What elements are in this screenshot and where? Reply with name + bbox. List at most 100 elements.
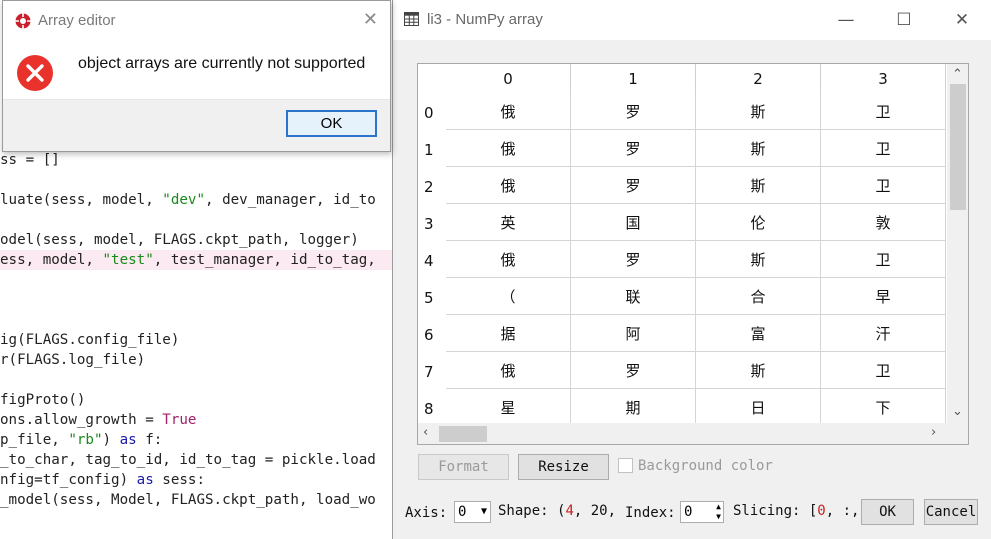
table-cell[interactable]: 俄 [446,167,571,204]
table-cell[interactable]: 斯 [696,93,821,130]
table-cell[interactable]: 卫 [821,93,946,130]
scroll-up-icon[interactable]: ⌃ [952,68,963,82]
table-cell[interactable]: 伦 [696,204,821,241]
column-header[interactable]: 3 [821,64,946,93]
table-cell[interactable]: 罗 [571,352,696,389]
dialog-titlebar[interactable]: Array editor ✕ [3,1,390,41]
slicing-rest: , :, [825,503,860,519]
vertical-scrollbar[interactable]: ⌃ ⌄ [947,64,968,423]
minimize-button[interactable]: — [831,8,861,32]
dropdown-arrow-icon: ▼ [480,506,487,517]
close-button[interactable]: ✕ [947,8,977,32]
table-cell[interactable]: 英 [446,204,571,241]
scroll-down-icon[interactable]: ⌄ [952,405,963,419]
dialog-footer: OK [3,99,390,151]
horizontal-scroll-thumb[interactable] [439,426,487,442]
horizontal-scrollbar[interactable]: ‹ › [418,423,947,444]
table-cell[interactable]: 卫 [821,352,946,389]
table-cell[interactable]: 罗 [571,241,696,278]
table-cell[interactable]: 斯 [696,352,821,389]
column-header[interactable]: 2 [696,64,821,93]
resize-button[interactable]: Resize [518,454,609,480]
ok-button[interactable]: OK [861,499,914,525]
row-header[interactable]: 4 [418,241,446,278]
background-color-label: Background color [638,458,773,474]
table-cell[interactable]: 国 [571,204,696,241]
table-cell[interactable]: 卫 [821,130,946,167]
spin-up-icon[interactable]: ▲ [716,502,721,511]
slicing-label: Slicing: [ [733,503,818,519]
table-cell[interactable]: 联 [571,278,696,315]
format-button[interactable]: Format [418,454,509,480]
shape-display: Shape: (4, 20, [498,503,616,519]
table-cell[interactable]: 早 [821,278,946,315]
error-dialog: Array editor ✕ object arrays are current… [2,0,391,152]
table-cell[interactable]: 富 [696,315,821,352]
table-cell[interactable]: 罗 [571,167,696,204]
axis-value: 0 [458,504,467,520]
code-token: r(FLAGS.log_file) [0,352,146,368]
row-header[interactable]: 6 [418,315,446,352]
error-message: object arrays are currently not supporte… [78,55,366,72]
code-token: ons.allow_growth = [0,412,163,428]
row-header[interactable]: 3 [418,204,446,241]
table-cell[interactable]: 卫 [821,167,946,204]
spin-down-icon[interactable]: ▼ [716,512,721,521]
table-cell[interactable]: 星 [446,389,571,426]
column-header[interactable]: 0 [446,64,571,93]
row-header[interactable]: 7 [418,352,446,389]
code-line: ons.allow_growth = True [0,410,196,430]
dialog-close-icon[interactable]: ✕ [363,10,378,30]
table-cell[interactable]: 据 [446,315,571,352]
table-cell[interactable]: 俄 [446,93,571,130]
row-header[interactable]: 2 [418,167,446,204]
code-token: as [119,432,137,448]
scroll-right-icon[interactable]: › [931,426,936,440]
spyder-app-icon [15,13,31,29]
table-cell[interactable]: 斯 [696,241,821,278]
code-token: , dev_manager, id_to [205,192,376,208]
table-cell[interactable]: 斯 [696,130,821,167]
code-line: nfig=tf_config) as sess: [0,470,205,490]
code-token: sess: [153,472,206,488]
table-cell[interactable]: （ [446,278,571,315]
table-cell[interactable]: 汗 [821,315,946,352]
table-cell[interactable]: 罗 [571,130,696,167]
code-token: _model(sess, Model, FLAGS.ckpt_path, loa… [0,492,376,508]
table-cell[interactable]: 罗 [571,93,696,130]
shape-rest: , 20, [573,503,617,519]
table-cell[interactable]: 期 [571,389,696,426]
table-cell[interactable]: 俄 [446,352,571,389]
table-cell[interactable]: 合 [696,278,821,315]
table-cell[interactable]: 阿 [571,315,696,352]
axis-select[interactable]: 0 ▼ [454,501,491,523]
table-cell[interactable]: 日 [696,389,821,426]
ok-button[interactable]: OK [286,110,377,137]
code-token: True [162,412,197,428]
table-cell[interactable]: 下 [821,389,946,426]
window-titlebar[interactable]: li3 - NumPy array — ☐ ✕ [393,0,991,40]
index-spinbox[interactable]: 0 ▲ ▼ [680,501,724,523]
row-header[interactable]: 8 [418,389,446,426]
table-cell[interactable]: 俄 [446,241,571,278]
code-token: ess, model, [0,252,103,268]
column-header[interactable]: 1 [571,64,696,93]
scroll-left-icon[interactable]: ‹ [423,426,428,440]
row-header[interactable]: 0 [418,93,446,130]
index-value: 0 [684,504,693,520]
array-table[interactable]: 0 1 2 3 0 俄罗斯卫 1 俄罗斯卫 2 俄罗斯卫 3 英国伦敦 4 俄罗斯卫 5 （联合早 6 据阿富汗 7… [417,63,969,445]
row-header[interactable]: 5 [418,278,446,315]
vertical-scroll-thumb[interactable] [950,84,966,210]
table-cell[interactable]: 斯 [696,167,821,204]
slicing-dim0: 0 [817,503,826,519]
code-token: nfig=tf_config) [0,472,137,488]
index-label: Index: [625,505,676,521]
background-color-checkbox[interactable] [618,458,633,473]
table-cell[interactable]: 敦 [821,204,946,241]
row-header[interactable]: 1 [418,130,446,167]
table-cell[interactable]: 俄 [446,130,571,167]
maximize-button[interactable]: ☐ [889,8,919,32]
maximize-icon: ☐ [896,10,912,30]
cancel-button[interactable]: Cancel [924,499,978,525]
table-cell[interactable]: 卫 [821,241,946,278]
